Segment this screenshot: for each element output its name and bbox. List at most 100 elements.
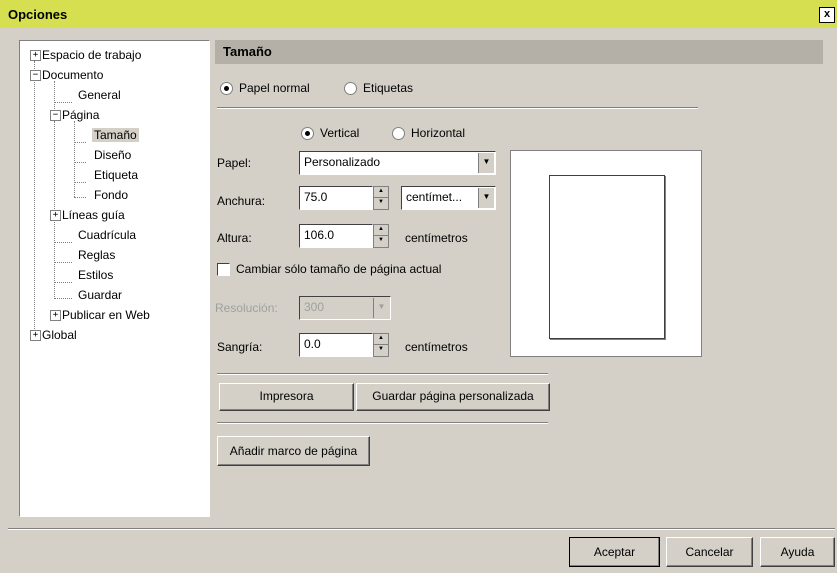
checkbox-icon[interactable] bbox=[217, 262, 230, 276]
tree-item-label: Guardar bbox=[78, 288, 123, 302]
chevron-down-icon: ▼ bbox=[373, 298, 389, 318]
save-custom-page-button[interactable]: Guardar página personalizada bbox=[356, 383, 550, 411]
collapse-minus-icon[interactable]: − bbox=[50, 110, 61, 121]
chevron-down-icon[interactable]: ▼ bbox=[478, 188, 494, 208]
tree-item-publicar-en-web[interactable]: Publicar en Web bbox=[60, 306, 152, 324]
tree-item-label: Líneas guía bbox=[62, 208, 125, 222]
tree-line bbox=[74, 162, 86, 163]
tree-item-espacio-de-trabajo[interactable]: Espacio de trabajo bbox=[40, 46, 143, 64]
tree-item-label: Estilos bbox=[78, 268, 114, 282]
tree-line bbox=[54, 282, 72, 283]
page-preview-sheet bbox=[549, 175, 665, 339]
checkbox-current-page-only[interactable]: Cambiar sólo tamaño de página actual bbox=[217, 262, 441, 276]
expand-plus-icon[interactable]: + bbox=[30, 50, 41, 61]
radio-checked-icon bbox=[301, 126, 314, 140]
tree-item-tamano[interactable]: Tamaño bbox=[92, 126, 139, 144]
tree-item-label: Cuadrícula bbox=[78, 228, 137, 242]
radio-unchecked-icon bbox=[392, 126, 405, 140]
expand-plus-icon[interactable]: + bbox=[30, 330, 41, 341]
spin-up-icon[interactable]: ▲ bbox=[374, 225, 388, 236]
page-preview bbox=[510, 150, 702, 357]
anchura-input[interactable]: 75.0 bbox=[299, 186, 373, 210]
tree-item-label: Documento bbox=[42, 68, 104, 82]
tree-item-estilos[interactable]: Estilos bbox=[76, 266, 115, 284]
spin-down-icon[interactable]: ▼ bbox=[374, 236, 388, 247]
tree-item-etiqueta[interactable]: Etiqueta bbox=[92, 166, 140, 184]
checkbox-label: Cambiar sólo tamaño de página actual bbox=[236, 262, 442, 276]
printer-button[interactable]: Impresora bbox=[219, 383, 354, 411]
tree-item-label: Tamaño bbox=[92, 128, 139, 142]
options-tree: Espacio de trabajo + Documento − General… bbox=[19, 40, 210, 517]
tree-item-guardar[interactable]: Guardar bbox=[76, 286, 124, 304]
tree-item-pagina[interactable]: Página bbox=[60, 106, 101, 124]
expand-plus-icon[interactable]: + bbox=[50, 310, 61, 321]
unit-value: centímet... bbox=[406, 190, 463, 204]
anchura-label: Anchura: bbox=[217, 194, 266, 208]
tree-line bbox=[54, 298, 72, 299]
tree-item-fondo[interactable]: Fondo bbox=[92, 186, 130, 204]
unit-select[interactable]: centímet... ▼ bbox=[401, 186, 496, 210]
radio-papel-normal[interactable]: Papel normal bbox=[220, 80, 310, 96]
footer-separator bbox=[8, 528, 835, 530]
collapse-minus-icon[interactable]: − bbox=[30, 70, 41, 81]
spin-down-icon[interactable]: ▼ bbox=[374, 345, 388, 356]
tree-item-label: General bbox=[78, 88, 121, 102]
tree-item-label: Reglas bbox=[78, 248, 116, 262]
title-bar: Opciones x bbox=[0, 0, 837, 28]
radio-label: Papel normal bbox=[239, 81, 310, 95]
anchura-spinner[interactable]: ▲ ▼ bbox=[373, 186, 389, 210]
tree-item-reglas[interactable]: Reglas bbox=[76, 246, 117, 264]
tree-item-label: Diseño bbox=[94, 148, 132, 162]
section-header: Tamaño bbox=[215, 40, 823, 64]
resolucion-value: 300 bbox=[304, 300, 325, 314]
spin-up-icon[interactable]: ▲ bbox=[374, 334, 388, 345]
add-page-frame-button[interactable]: Añadir marco de página bbox=[217, 436, 370, 466]
close-icon[interactable]: x bbox=[819, 7, 835, 23]
papel-label: Papel: bbox=[217, 156, 252, 170]
tree-line bbox=[54, 242, 72, 243]
ok-button[interactable]: Aceptar bbox=[569, 537, 660, 567]
cancel-button[interactable]: Cancelar bbox=[666, 537, 753, 567]
radio-checked-icon bbox=[220, 81, 233, 95]
radio-unchecked-icon bbox=[344, 81, 357, 95]
separator bbox=[217, 373, 548, 375]
spin-up-icon[interactable]: ▲ bbox=[374, 187, 388, 198]
radio-vertical[interactable]: Vertical bbox=[301, 125, 359, 141]
tree-item-label: Fondo bbox=[94, 188, 129, 202]
altura-spinner[interactable]: ▲ ▼ bbox=[373, 224, 389, 248]
altura-label: Altura: bbox=[217, 231, 252, 245]
tree-item-label: Etiqueta bbox=[94, 168, 139, 182]
radio-label: Horizontal bbox=[411, 126, 466, 140]
resolucion-select: 300 ▼ bbox=[299, 296, 391, 320]
sangria-spinner[interactable]: ▲ ▼ bbox=[373, 333, 389, 357]
chevron-down-icon[interactable]: ▼ bbox=[478, 153, 494, 173]
tree-item-general[interactable]: General bbox=[76, 86, 123, 104]
tree-line bbox=[34, 61, 35, 337]
tree-line bbox=[74, 197, 86, 198]
help-button[interactable]: Ayuda bbox=[760, 537, 835, 567]
tree-item-global[interactable]: Global bbox=[40, 326, 79, 344]
radio-horizontal[interactable]: Horizontal bbox=[392, 125, 465, 141]
radio-label: Vertical bbox=[320, 126, 360, 140]
tree-item-label: Página bbox=[62, 108, 100, 122]
altura-input[interactable]: 106.0 bbox=[299, 224, 373, 248]
sangria-input[interactable]: 0.0 bbox=[299, 333, 373, 357]
tree-item-label: Publicar en Web bbox=[62, 308, 150, 322]
spin-down-icon[interactable]: ▼ bbox=[374, 198, 388, 209]
papel-select[interactable]: Personalizado ▼ bbox=[299, 151, 496, 175]
tree-item-documento[interactable]: Documento bbox=[40, 66, 105, 84]
resolucion-label: Resolución: bbox=[215, 301, 278, 315]
tree-item-label: Espacio de trabajo bbox=[42, 48, 142, 62]
radio-label: Etiquetas bbox=[363, 81, 414, 95]
tree-line bbox=[74, 121, 75, 197]
tree-item-diseno[interactable]: Diseño bbox=[92, 146, 133, 164]
tree-line bbox=[54, 121, 55, 297]
sangria-unit: centímetros bbox=[405, 340, 468, 354]
radio-etiquetas[interactable]: Etiquetas bbox=[344, 80, 413, 96]
expand-plus-icon[interactable]: + bbox=[50, 210, 61, 221]
tree-item-cuadricula[interactable]: Cuadrícula bbox=[76, 226, 138, 244]
separator bbox=[217, 422, 548, 424]
papel-value: Personalizado bbox=[304, 155, 381, 169]
tree-line bbox=[74, 142, 86, 143]
tree-item-lineas-guia[interactable]: Líneas guía bbox=[60, 206, 127, 224]
